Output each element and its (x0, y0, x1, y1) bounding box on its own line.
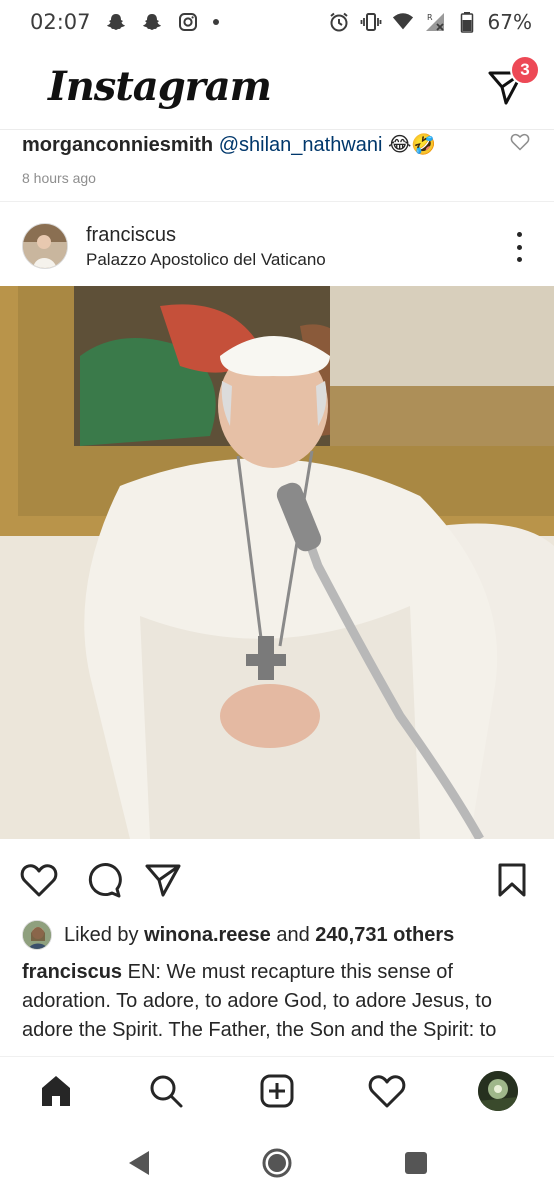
comment-emoji: 😂🤣 (388, 134, 437, 156)
share-icon[interactable] (144, 862, 182, 898)
profile-avatar (478, 1071, 518, 1111)
snapchat-icon (105, 11, 127, 33)
post-image[interactable] (0, 286, 554, 839)
snapchat-icon (141, 11, 163, 33)
nav-new-post-button[interactable] (257, 1071, 297, 1111)
bottom-navigation (0, 1056, 554, 1124)
more-options-button[interactable] (514, 232, 524, 262)
instagram-icon (177, 11, 199, 33)
comment-like-heart-icon[interactable] (510, 132, 530, 152)
status-time: 02:07 (30, 10, 91, 34)
post-location[interactable]: Palazzo Apostolico del Vaticano (86, 250, 326, 270)
previous-comment: morganconniesmith @shilan_nathwani 😂🤣 8 … (0, 130, 554, 202)
likes-count[interactable]: 240,731 others (315, 924, 454, 946)
alarm-icon (328, 11, 350, 33)
home-icon (42, 1076, 70, 1106)
like-heart-icon[interactable] (20, 862, 58, 898)
system-home-button[interactable] (262, 1148, 292, 1178)
signal-icon: R (424, 11, 446, 33)
battery-icon (456, 11, 478, 33)
instagram-logo: Instagram (48, 63, 272, 110)
wifi-icon (392, 11, 414, 33)
status-bar: 02:07 R 67% (0, 0, 554, 44)
comment-mention[interactable]: @shilan_nathwani (219, 134, 383, 156)
vibrate-icon (360, 11, 382, 33)
nav-profile-button[interactable] (478, 1071, 518, 1111)
caption-username[interactable]: franciscus (22, 961, 122, 983)
recents-square-icon (405, 1152, 427, 1174)
likes-summary[interactable]: Liked by winona.reese and 240,731 others (22, 918, 454, 952)
back-triangle-icon (129, 1151, 149, 1175)
add-post-icon (260, 1074, 294, 1108)
app-header: Instagram 3 (0, 44, 554, 130)
more-dot-icon (516, 257, 522, 262)
dot-icon (212, 19, 219, 25)
home-circle-icon (262, 1148, 292, 1178)
system-back-button[interactable] (124, 1148, 154, 1178)
system-navigation-bar (0, 1124, 554, 1200)
nav-home-button[interactable] (36, 1071, 76, 1111)
svg-text:R: R (427, 13, 433, 22)
battery-percentage: 67% (487, 10, 532, 34)
post-action-bar (0, 850, 554, 908)
post-avatar[interactable] (22, 223, 68, 269)
comment-username[interactable]: morganconniesmith (22, 134, 213, 156)
liked-by-prefix: Liked by (64, 923, 139, 946)
post-caption: franciscus EN: We must recapture this se… (22, 958, 536, 1046)
comment-timestamp: 8 hours ago (22, 170, 96, 186)
post-username[interactable]: franciscus (86, 224, 176, 247)
comment-text: morganconniesmith @shilan_nathwani 😂🤣 (22, 132, 436, 157)
liked-by-user[interactable]: winona.reese (144, 924, 271, 946)
notification-badge: 3 (510, 54, 540, 85)
system-recents-button[interactable] (401, 1148, 431, 1178)
nav-search-button[interactable] (146, 1071, 186, 1111)
bookmark-icon[interactable] (494, 862, 530, 898)
nav-activity-button[interactable] (367, 1071, 407, 1111)
liker-avatar (22, 920, 52, 950)
search-icon (150, 1075, 183, 1108)
more-dot-icon (516, 244, 522, 250)
more-dot-icon (516, 232, 522, 237)
comment-icon[interactable] (84, 862, 122, 898)
activity-heart-icon (368, 1075, 406, 1108)
liked-by-and: and (276, 923, 310, 946)
direct-messages-button[interactable]: 3 (486, 54, 540, 107)
post-header: franciscus Palazzo Apostolico del Vatica… (0, 214, 554, 280)
